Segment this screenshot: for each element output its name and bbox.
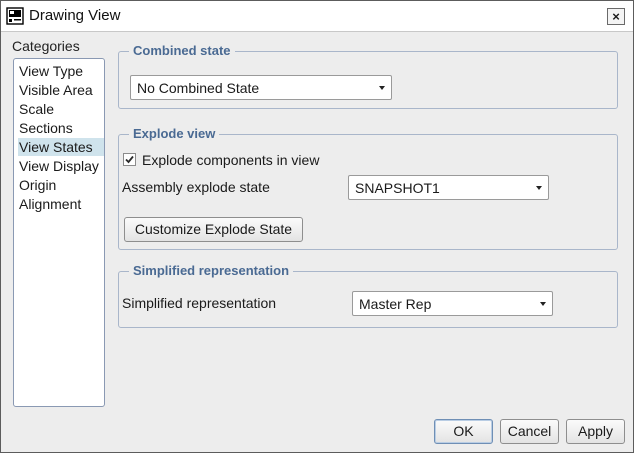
close-icon: ×: [612, 9, 620, 24]
category-item-origin[interactable]: Origin: [18, 176, 104, 194]
category-item-sections[interactable]: Sections: [18, 119, 104, 137]
category-item-view-states[interactable]: View States: [18, 138, 104, 156]
category-item-view-display[interactable]: View Display: [18, 157, 104, 175]
cancel-button[interactable]: Cancel: [500, 419, 559, 444]
simplified-rep-label: Simplified representation: [122, 295, 277, 311]
ok-button[interactable]: OK: [434, 419, 493, 444]
explode-components-checkbox[interactable]: [123, 153, 136, 166]
category-item-visible-area[interactable]: Visible Area: [18, 81, 104, 99]
dialog-window: Drawing View × Categories View Type Visi…: [0, 0, 634, 453]
combined-state-value: No Combined State: [137, 80, 260, 96]
explode-components-label: Explode components in view: [142, 152, 320, 168]
chevron-down-icon: [536, 186, 542, 190]
drawing-view-icon: [6, 7, 24, 25]
assembly-explode-state-value: SNAPSHOT1: [355, 180, 440, 196]
close-button[interactable]: ×: [607, 8, 625, 25]
category-item-view-type[interactable]: View Type: [18, 62, 104, 80]
assembly-explode-state-select[interactable]: SNAPSHOT1: [348, 175, 549, 200]
categories-list[interactable]: View Type Visible Area Scale Sections Vi…: [13, 58, 105, 407]
simplified-rep-select[interactable]: Master Rep: [352, 291, 553, 316]
simplified-rep-title: Simplified representation: [129, 263, 294, 278]
simplified-rep-value: Master Rep: [359, 296, 432, 312]
assembly-explode-state-label: Assembly explode state: [122, 179, 270, 195]
chevron-down-icon: [379, 86, 385, 90]
customize-explode-state-button[interactable]: Customize Explode State: [124, 217, 303, 242]
combined-state-select[interactable]: No Combined State: [130, 75, 392, 100]
check-icon: [125, 155, 134, 164]
category-item-scale[interactable]: Scale: [18, 100, 104, 118]
title-bar[interactable]: Drawing View ×: [1, 1, 633, 32]
categories-label: Categories: [12, 38, 80, 54]
apply-button[interactable]: Apply: [566, 419, 625, 444]
explode-view-title: Explode view: [129, 126, 220, 141]
category-item-alignment[interactable]: Alignment: [18, 195, 104, 213]
combined-state-title: Combined state: [129, 43, 235, 58]
window-title: Drawing View: [29, 7, 121, 24]
chevron-down-icon: [540, 302, 546, 306]
